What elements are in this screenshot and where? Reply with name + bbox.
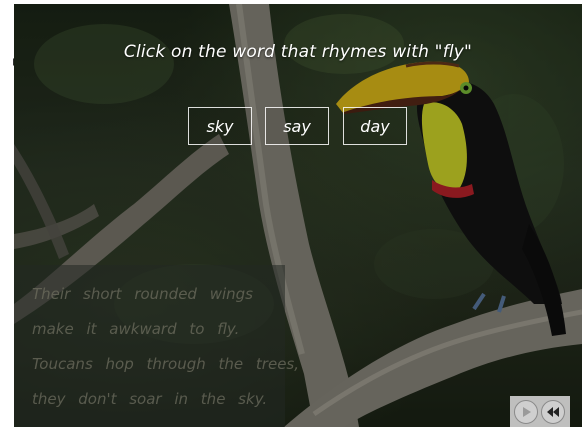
poem-line-3: Toucans hop through the trees, — [32, 355, 300, 373]
navigation-controls — [510, 396, 570, 427]
rewind-icon[interactable] — [541, 400, 565, 424]
answer-button-say[interactable]: say — [265, 107, 329, 145]
lesson-stage: Click on the word that rhymes with "fly"… — [14, 4, 582, 427]
play-icon[interactable] — [514, 400, 538, 424]
poem-panel: Their short rounded wings make it awkwar… — [14, 265, 299, 427]
poem-line-1: Their short rounded wings — [32, 285, 253, 303]
question-prompt: Click on the word that rhymes with "fly" — [123, 42, 473, 62]
answer-button-day[interactable]: day — [343, 107, 407, 145]
poem-line-4: they don't soar in the sky. — [32, 390, 268, 408]
answer-button-sky[interactable]: sky — [188, 107, 252, 145]
poem-line-2: make it awkward to fly. — [32, 320, 240, 338]
